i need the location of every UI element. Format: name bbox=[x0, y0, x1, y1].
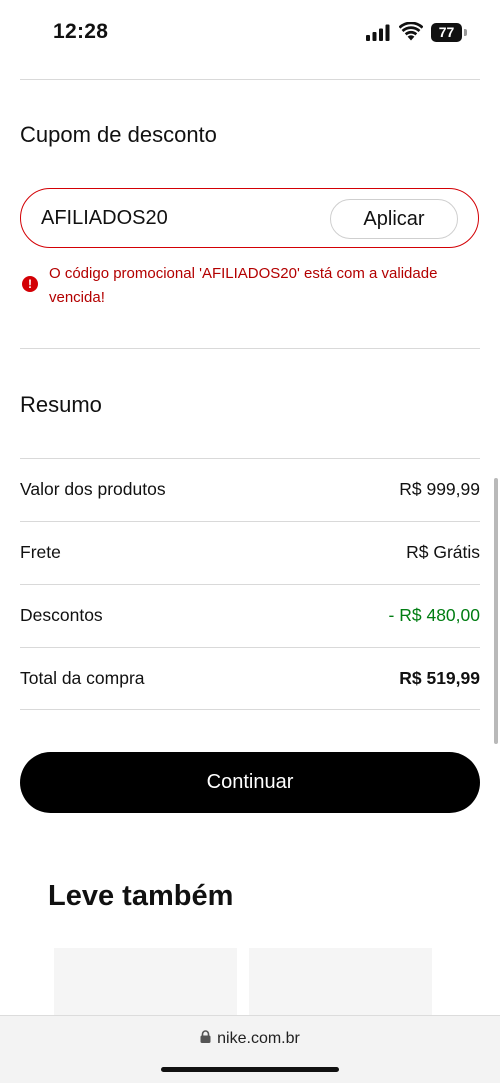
home-indicator[interactable] bbox=[161, 1067, 339, 1072]
divider bbox=[20, 709, 480, 710]
battery-icon: 77 bbox=[431, 23, 467, 42]
summary-label: Descontos bbox=[20, 605, 103, 625]
status-bar: 12:28 77 bbox=[0, 0, 500, 66]
lock-icon bbox=[200, 1030, 211, 1044]
summary-label: Valor dos produtos bbox=[20, 479, 166, 499]
battery-level: 77 bbox=[431, 23, 462, 42]
divider bbox=[20, 348, 480, 349]
summary-label: Total da compra bbox=[20, 668, 145, 688]
summary-section-title: Resumo bbox=[20, 392, 102, 417]
url-display[interactable]: nike.com.br bbox=[0, 1030, 500, 1048]
battery-tip bbox=[464, 29, 467, 36]
also-buy-title: Leve também bbox=[48, 880, 234, 912]
summary-row-total: Total da compra R$ 519,99 bbox=[20, 647, 480, 709]
summary-value: - R$ 480,00 bbox=[388, 605, 480, 625]
browser-address-bar[interactable]: nike.com.br bbox=[0, 1015, 500, 1083]
summary-row-discounts: Descontos - R$ 480,00 bbox=[20, 584, 480, 646]
summary-label: Frete bbox=[20, 542, 61, 562]
cellular-signal-icon bbox=[366, 24, 390, 41]
summary-total-value: R$ 519,99 bbox=[399, 668, 480, 688]
wifi-icon bbox=[399, 22, 423, 41]
summary-row-shipping: Frete R$ Grátis bbox=[20, 521, 480, 583]
divider bbox=[20, 79, 480, 80]
error-icon: ! bbox=[22, 276, 38, 292]
apply-coupon-button[interactable]: Aplicar bbox=[330, 199, 458, 239]
summary-value: R$ Grátis bbox=[406, 542, 480, 562]
url-text: nike.com.br bbox=[217, 1030, 300, 1047]
scrollbar[interactable] bbox=[494, 478, 498, 744]
coupon-field[interactable]: Aplicar bbox=[20, 188, 479, 248]
continue-button[interactable]: Continuar bbox=[20, 752, 480, 813]
coupon-input[interactable] bbox=[41, 203, 321, 233]
status-time: 12:28 bbox=[53, 20, 109, 43]
coupon-section-title: Cupom de desconto bbox=[20, 122, 217, 147]
coupon-error-message: O código promocional 'AFILIADOS20' está … bbox=[49, 265, 438, 306]
summary-row-products: Valor dos produtos R$ 999,99 bbox=[20, 458, 480, 520]
summary-value: R$ 999,99 bbox=[399, 479, 480, 499]
